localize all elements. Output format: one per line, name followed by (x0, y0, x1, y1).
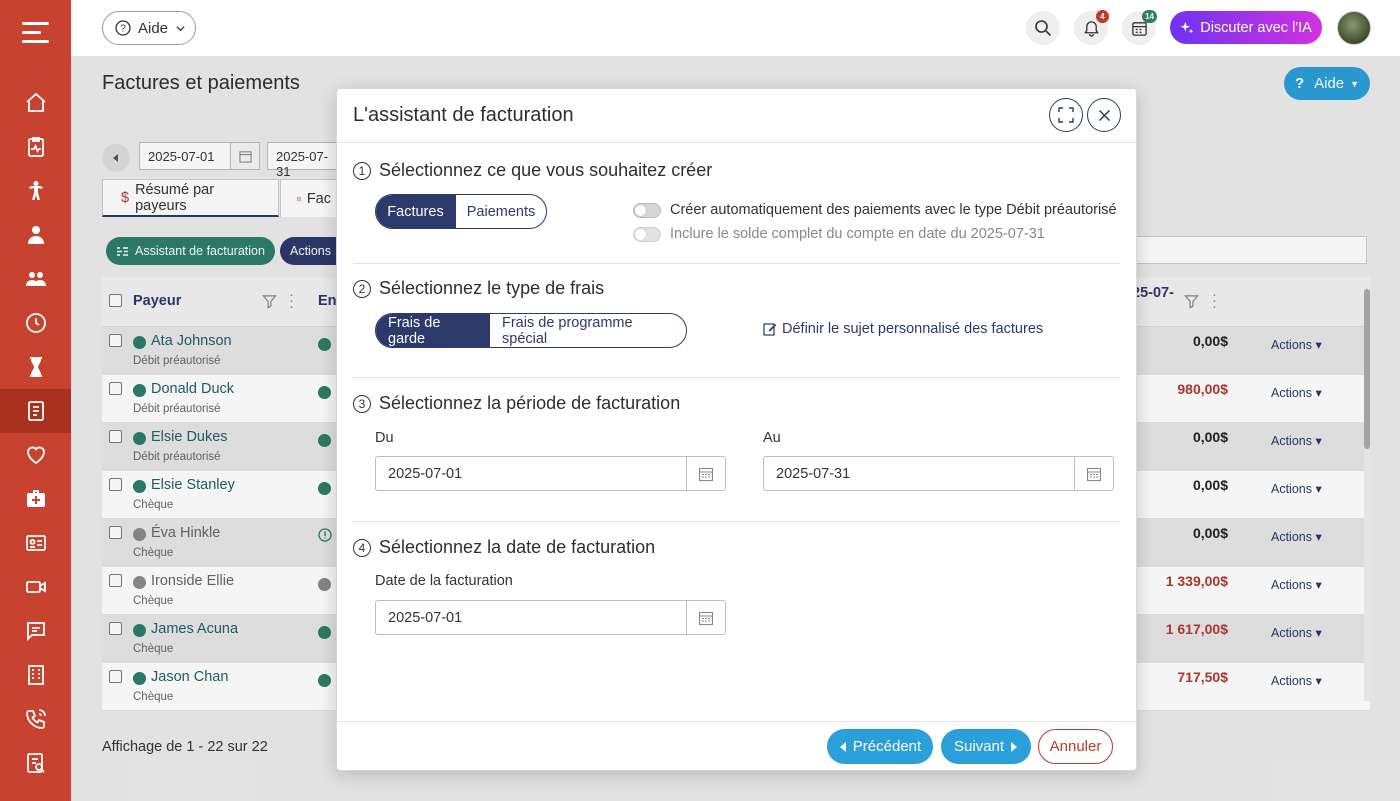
message-icon[interactable] (0, 609, 71, 653)
caret-left-icon (839, 741, 846, 752)
calendar-badge: 14 (1142, 10, 1157, 23)
caret-right-icon (1011, 741, 1018, 752)
search-icon (1035, 20, 1052, 37)
modal-footer: Précédent Suivant Annuler (337, 721, 1136, 771)
question-icon: ? (115, 20, 131, 36)
to-date-input[interactable]: 2025-07-31 (763, 456, 1114, 491)
id-card-icon[interactable] (0, 521, 71, 565)
step-2-heading: 2 Sélectionnez le type de frais (353, 278, 604, 299)
auto-payment-label: Créer automatiquement des paiements avec… (670, 202, 1117, 218)
phone-icon[interactable] (0, 697, 71, 741)
option-frais-de-garde[interactable]: Frais de garde (376, 314, 489, 347)
step-number: 1 (353, 161, 371, 180)
edit-icon (763, 323, 777, 336)
child-icon[interactable] (0, 169, 71, 213)
calendar-icon[interactable] (1074, 457, 1113, 490)
sidebar (0, 0, 71, 801)
step-4-heading: 4 Sélectionnez la date de facturation (353, 537, 655, 558)
from-date-input[interactable]: 2025-07-01 (375, 456, 726, 491)
ai-chat-button[interactable]: Discuter avec l'IA (1170, 11, 1322, 44)
next-button[interactable]: Suivant (941, 729, 1031, 764)
search-button[interactable] (1026, 11, 1060, 45)
step-number: 3 (353, 394, 371, 413)
from-label: Du (375, 430, 394, 446)
billing-date-label: Date de la facturation (375, 573, 513, 589)
include-balance-toggle[interactable] (633, 227, 661, 242)
step-title: Sélectionnez la date de facturation (379, 537, 656, 557)
create-type-toggle: Factures Paiements (375, 194, 547, 229)
cancel-button[interactable]: Annuler (1038, 729, 1113, 764)
menu-icon[interactable] (22, 20, 49, 44)
close-icon (1098, 109, 1110, 121)
step-number: 2 (353, 279, 371, 298)
user-avatar[interactable] (1337, 11, 1371, 45)
svg-text:?: ? (120, 24, 126, 35)
modal-header: L'assistant de facturation (337, 89, 1136, 143)
building-icon[interactable] (0, 653, 71, 697)
modal-body: 1 Sélectionnez ce que vous souhaitez cré… (337, 143, 1136, 721)
next-label: Suivant (953, 738, 1005, 755)
fullscreen-button[interactable] (1049, 98, 1083, 132)
fee-type-toggle: Frais de garde Frais de programme spécia… (375, 313, 687, 348)
invoice-icon[interactable] (0, 389, 71, 433)
from-date-value[interactable]: 2025-07-01 (376, 457, 686, 490)
custom-subject-label: Définir le sujet personnalisé des factur… (782, 321, 1044, 337)
notifications-button[interactable]: 4 (1074, 10, 1109, 45)
to-label: Au (763, 430, 781, 446)
calendar-icon[interactable] (686, 601, 725, 634)
close-button[interactable] (1087, 98, 1121, 132)
step-3-heading: 3 Sélectionnez la période de facturation (353, 393, 680, 414)
clipboard-pulse-icon[interactable] (0, 125, 71, 169)
video-icon[interactable] (0, 565, 71, 609)
step-number: 4 (353, 538, 371, 557)
help-button[interactable]: ? Aide (102, 11, 196, 45)
billing-date-input[interactable]: 2025-07-01 (375, 600, 726, 635)
hourglass-icon[interactable] (0, 345, 71, 389)
divider (353, 377, 1120, 378)
step-1-heading: 1 Sélectionnez ce que vous souhaitez cré… (353, 160, 712, 181)
calendar-icon[interactable] (686, 457, 725, 490)
bell-icon (1083, 20, 1099, 37)
report-icon[interactable] (0, 741, 71, 785)
step-title: Sélectionnez ce que vous souhaitez créer (379, 160, 713, 180)
notifications-badge: 4 (1096, 10, 1109, 23)
cancel-label: Annuler (1049, 738, 1102, 755)
divider (353, 263, 1120, 264)
custom-subject-link[interactable]: Définir le sujet personnalisé des factur… (763, 321, 1043, 337)
include-balance-label: Inclure le solde complet du compte en da… (670, 226, 1045, 242)
expand-icon (1058, 107, 1074, 123)
home-icon[interactable] (0, 81, 71, 125)
step-title: Sélectionnez la période de facturation (379, 393, 681, 413)
heart-icon[interactable] (0, 433, 71, 477)
option-paiements[interactable]: Paiements (455, 195, 546, 228)
modal-title: L'assistant de facturation (353, 104, 574, 126)
calendar-button[interactable]: 14 (1122, 10, 1157, 45)
top-bar: ? Aide 4 14 Discuter avec l'IA (71, 0, 1400, 57)
previous-button[interactable]: Précédent (827, 729, 933, 764)
help-label: Aide (138, 19, 169, 37)
option-factures[interactable]: Factures (376, 195, 455, 228)
ai-chat-label: Discuter avec l'IA (1200, 19, 1312, 36)
chevron-down-icon (176, 25, 185, 31)
step-title: Sélectionnez le type de frais (379, 278, 605, 298)
previous-label: Précédent (852, 738, 922, 755)
option-frais-programme-special[interactable]: Frais de programme spécial (489, 314, 686, 347)
sparkle-icon (1180, 21, 1194, 34)
family-icon[interactable] (0, 257, 71, 301)
billing-assistant-modal: L'assistant de facturation 1 Sélectionne… (336, 88, 1137, 771)
auto-payment-toggle[interactable] (633, 203, 661, 218)
clock-icon[interactable] (0, 301, 71, 345)
billing-date-value[interactable]: 2025-07-01 (376, 601, 686, 634)
medical-kit-icon[interactable] (0, 477, 71, 521)
divider (353, 521, 1120, 522)
staff-icon[interactable] (0, 213, 71, 257)
to-date-value[interactable]: 2025-07-31 (764, 457, 1074, 490)
